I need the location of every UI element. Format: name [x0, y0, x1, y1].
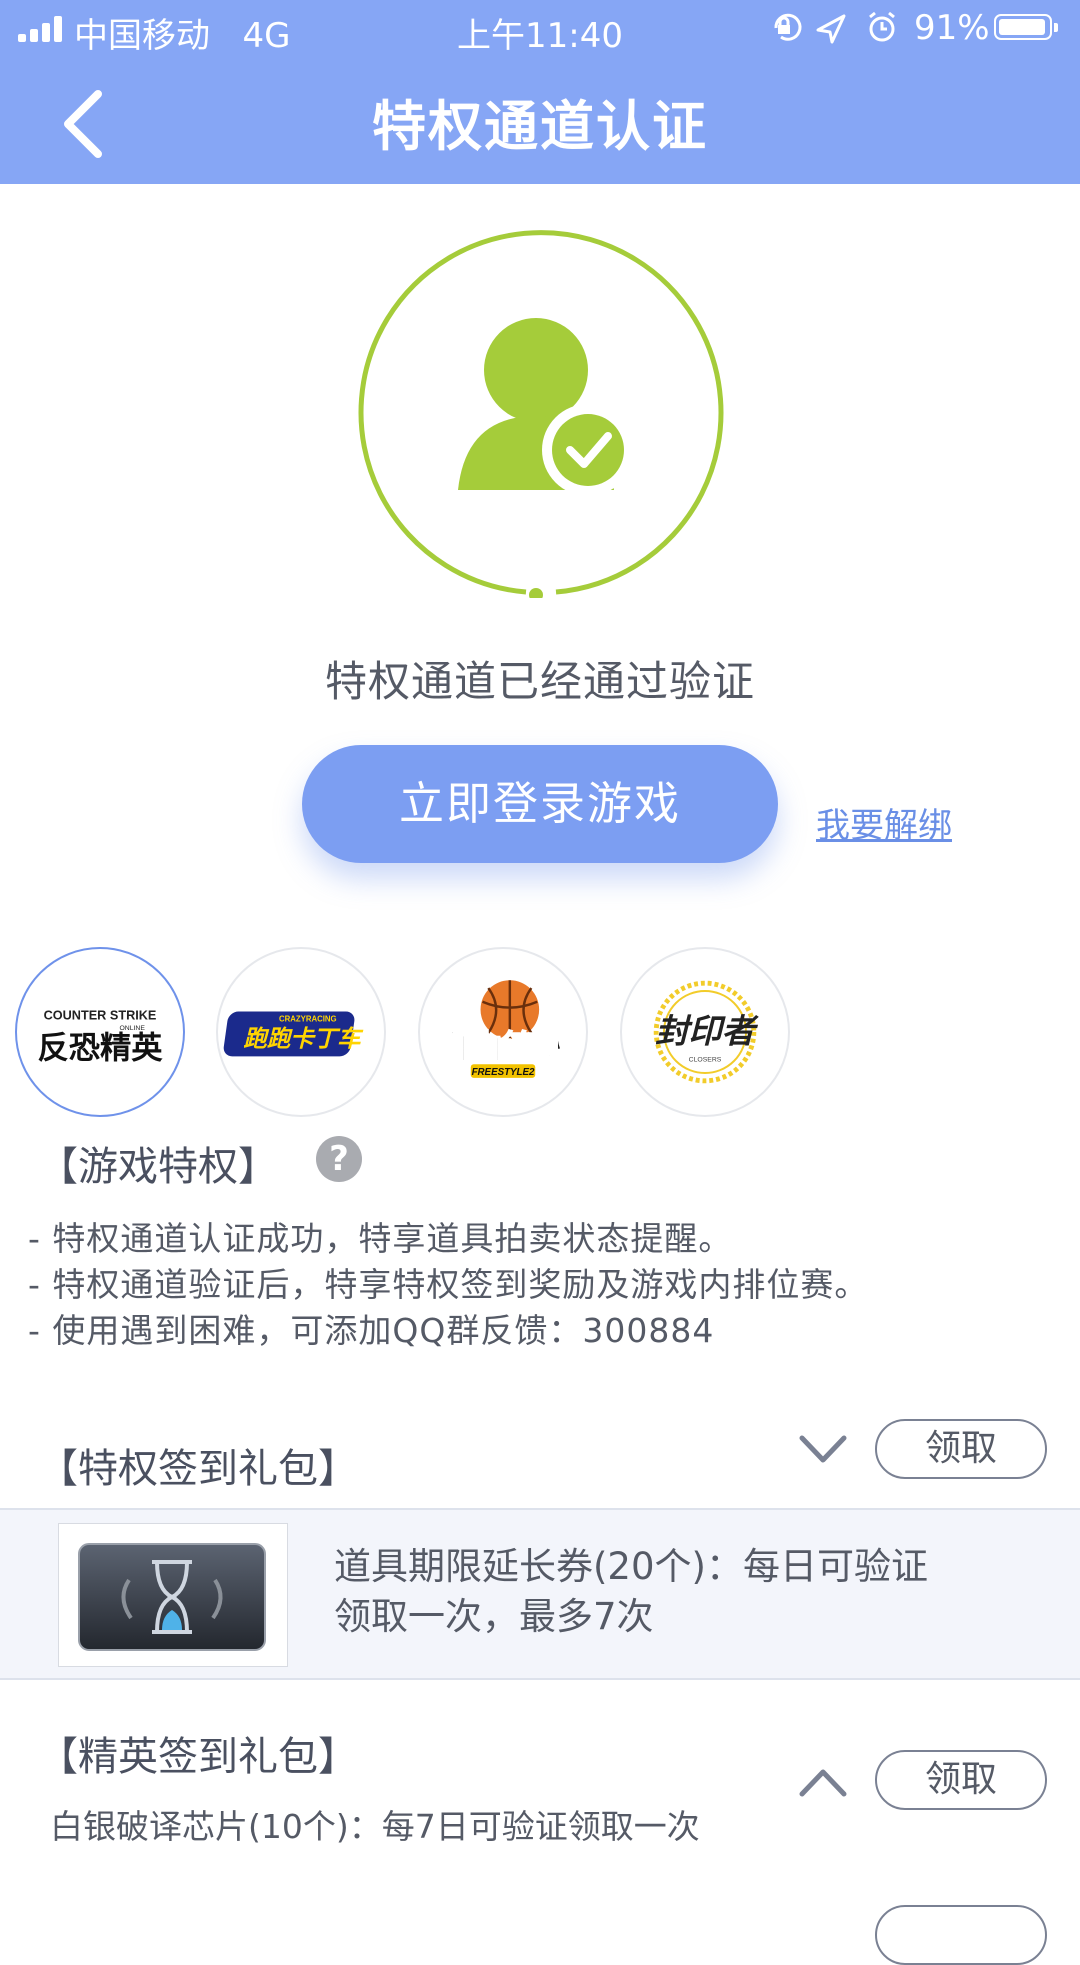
alarm-icon: [869, 11, 895, 42]
privilege-gift-title: 【特权签到礼包】: [38, 1446, 358, 1492]
status-bar: 中国移动 4G 上午11:40 91%: [0, 0, 1080, 60]
game-counter-strike[interactable]: COUNTER STRIKE ONLINE 反恐精英: [15, 947, 185, 1117]
battery-icon: [994, 14, 1058, 40]
game-crazyracing[interactable]: CRAZYRACING 跑跑卡丁车: [216, 947, 386, 1117]
privilege-line-2: - 特权通道验证后，特享特权签到奖励及游戏内排位赛。: [28, 1265, 869, 1304]
game-freestyle2[interactable]: 自由篮球 FREESTYLE2: [418, 947, 588, 1117]
game-logo-name: 封印者: [655, 1012, 759, 1051]
privilege-gift-desc: 道具期限延长券(20个)：每日可验证 领取一次，最多7次: [334, 1542, 1034, 1642]
game-privileges-title: 【游戏特权】: [38, 1144, 278, 1190]
verification-status: 特权通道已经通过验证: [324, 657, 755, 706]
gift-desc-line-2: 领取一次，最多7次: [334, 1595, 654, 1638]
game-logo-top: CRAZYRACING: [279, 1014, 337, 1023]
next-claim-button[interactable]: [875, 1905, 1047, 1965]
gift-thumbnail: [58, 1523, 288, 1667]
status-icons: [766, 8, 906, 57]
gift-desc-line-1: 道具期限延长券(20个)：每日可验证: [334, 1545, 928, 1588]
elite-gift-title: 【精英签到礼包】: [38, 1734, 358, 1780]
game-closers[interactable]: 封印者 CLOSERS: [620, 947, 790, 1117]
elite-claim-button[interactable]: 领取: [875, 1750, 1047, 1810]
verified-badge: [356, 228, 726, 602]
chevron-up-icon[interactable]: [798, 1768, 848, 1798]
privilege-claim-button[interactable]: 领取: [875, 1419, 1047, 1479]
game-logo-sub: FREESTYLE2: [472, 1067, 535, 1078]
game-logo-sub: CLOSERS: [689, 1056, 722, 1063]
battery-percent: 91%: [914, 8, 990, 48]
user-verified-icon: [458, 318, 634, 496]
location-icon: [816, 14, 846, 44]
privilege-line-3: - 使用遇到困难，可添加QQ群反馈：300884: [28, 1311, 715, 1350]
page-title: 特权通道认证: [372, 95, 708, 158]
game-logo-top: COUNTER STRIKE: [44, 1008, 157, 1022]
game-logo-name: 反恐精英: [38, 1030, 164, 1066]
chevron-down-icon[interactable]: [798, 1434, 848, 1464]
game-logo-name: 跑跑卡丁车: [243, 1025, 364, 1053]
game-logo-name: 自由篮球: [437, 1027, 571, 1066]
unbind-link[interactable]: 我要解绑: [816, 798, 952, 847]
login-game-button[interactable]: 立即登录游戏: [302, 745, 778, 863]
help-icon[interactable]: ?: [316, 1136, 362, 1182]
orientation-lock-icon: [774, 13, 802, 41]
hourglass-icon: [78, 1543, 266, 1651]
privilege-line-1: - 特权通道认证成功，特享道具拍卖状态提醒。: [28, 1219, 733, 1258]
elite-gift-desc: 白银破译芯片(10个)：每7日可验证领取一次: [50, 1807, 700, 1846]
